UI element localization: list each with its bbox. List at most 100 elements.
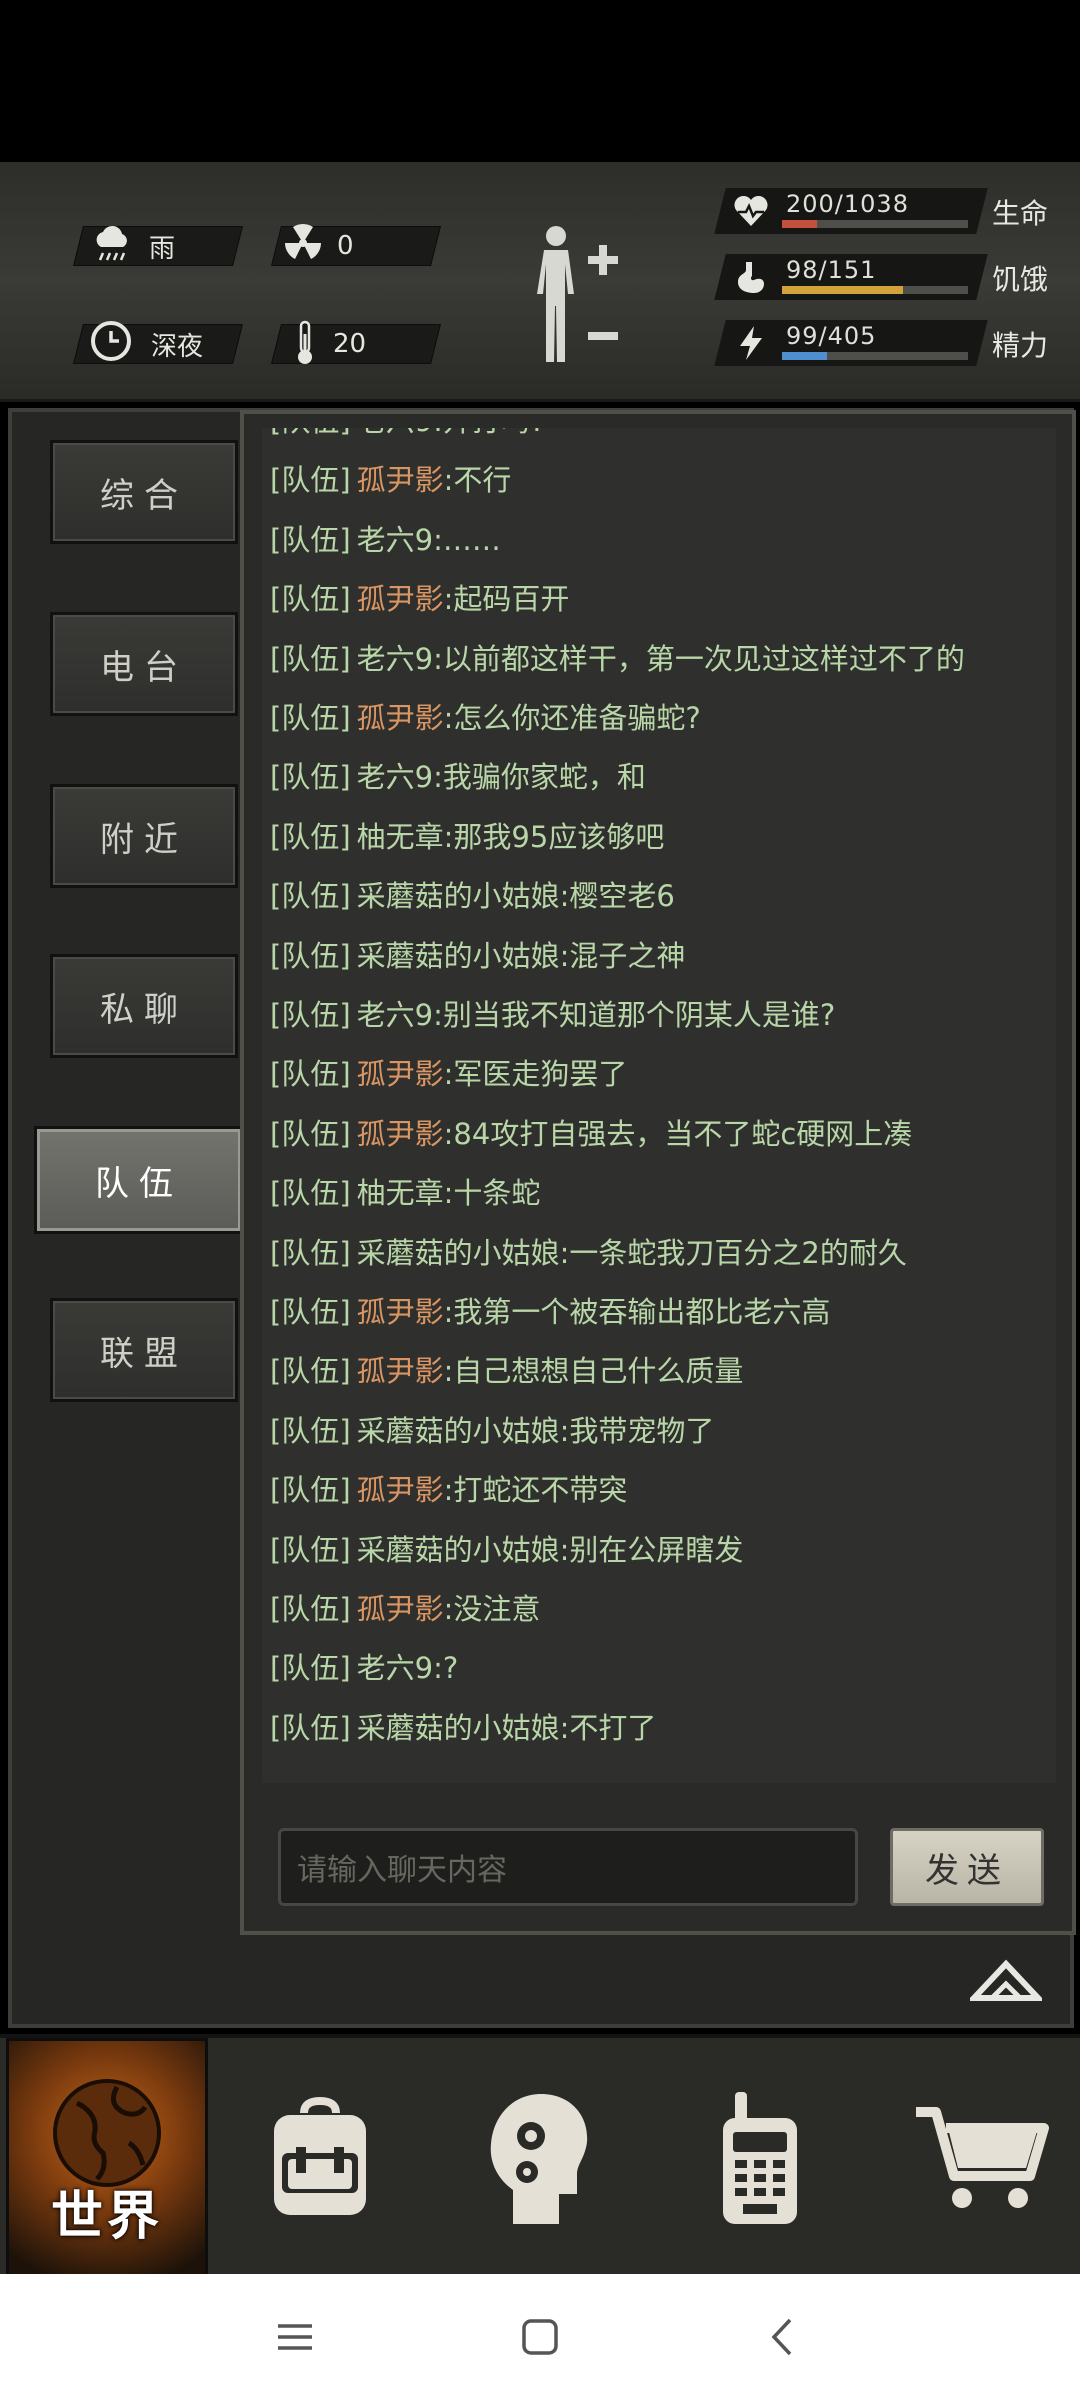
nav-skills[interactable]	[440, 2038, 640, 2278]
message-sender[interactable]: 老六9	[357, 642, 433, 676]
message-channel: [队伍]	[270, 1592, 351, 1626]
tab-nearby[interactable]: 附近	[50, 784, 238, 888]
message-sender[interactable]: 孤尹影	[357, 1295, 444, 1329]
chat-message: [队伍] 孤尹影:没注意	[270, 1586, 540, 1628]
message-sender[interactable]: 孤尹影	[357, 701, 444, 735]
message-sender[interactable]: 孤尹影	[357, 1592, 444, 1626]
nav-world[interactable]: 世界	[6, 2038, 208, 2278]
message-sender[interactable]: 采蘑菇的小姑娘	[357, 1533, 560, 1567]
nav-radio[interactable]	[660, 2038, 860, 2278]
message-sender[interactable]: 柚无章	[357, 820, 444, 854]
hud-panel: 雨 0 深夜 20 200/1038 生命 98/151 饥饿 99/405 精…	[0, 162, 1080, 402]
recent-apps-icon[interactable]	[270, 2312, 320, 2362]
message-text: :我带宠物了	[559, 1413, 715, 1448]
thermometer-icon	[288, 318, 322, 368]
chat-message: [队伍] 采蘑菇的小姑娘:樱空老6	[270, 873, 675, 915]
message-text: :以前都这样干，第一次见过这样过不了的	[433, 641, 965, 676]
message-channel: [队伍]	[270, 879, 351, 914]
message-sender[interactable]: 孤尹影	[357, 463, 444, 497]
message-sender[interactable]: 孤尹影	[357, 1473, 444, 1507]
energy-bar	[782, 352, 968, 360]
message-sender[interactable]: 孤尹影	[357, 1354, 444, 1388]
chat-message: [队伍] 老六9:我骗你家蛇，和	[270, 754, 646, 796]
send-button[interactable]: 发送	[890, 1828, 1044, 1906]
message-sender[interactable]: 老六9	[357, 760, 433, 794]
chat-message: [队伍] 采蘑菇的小姑娘:混子之神	[270, 933, 685, 975]
hunger-value: 98/151	[786, 256, 877, 284]
nav-backpack[interactable]	[220, 2038, 420, 2278]
radiation-icon	[280, 220, 326, 266]
home-icon[interactable]	[515, 2312, 565, 2362]
message-channel: [队伍]	[270, 1295, 351, 1329]
tab-radio[interactable]: 电台	[50, 612, 238, 716]
tab-general-label: 综合	[100, 475, 188, 516]
rain-cloud-icon	[88, 220, 136, 268]
chat-message: [队伍] 采蘑菇的小姑娘:别在公屏瞎发	[270, 1527, 743, 1569]
message-channel: [队伍]	[270, 428, 351, 438]
tab-alliance-label: 联盟	[100, 1333, 188, 1374]
tab-private[interactable]: 私聊	[50, 954, 238, 1058]
body-status-icon[interactable]	[520, 222, 620, 372]
chat-message: [队伍] 孤尹影:军医走狗罢了	[270, 1051, 627, 1093]
message-sender[interactable]: 孤尹影	[357, 1117, 444, 1151]
message-text: :打蛇还不带突	[443, 1473, 628, 1508]
chat-message: [队伍] 老六9:……	[270, 517, 501, 559]
system-navigation-bar	[0, 2274, 1080, 2400]
tab-general[interactable]: 综合	[50, 440, 238, 544]
energy-stat: 99/405 精力	[714, 320, 1070, 366]
message-text: :军医走狗罢了	[443, 1057, 628, 1092]
message-channel: [队伍]	[270, 641, 351, 676]
message-sender[interactable]: 采蘑菇的小姑娘	[357, 939, 560, 973]
energy-label: 精力	[992, 329, 1049, 362]
heart-icon	[732, 192, 770, 230]
message-text: :开打吗?	[433, 428, 545, 438]
message-channel: [队伍]	[270, 1651, 351, 1686]
message-channel: [队伍]	[270, 463, 351, 498]
message-sender[interactable]: 采蘑菇的小姑娘	[357, 879, 560, 913]
bottom-navigation: 世界	[0, 2034, 1080, 2278]
chat-message: [队伍] 孤尹影:我第一个被吞输出都比老六高	[270, 1289, 830, 1331]
chat-message-list[interactable]: [队伍]老六9:开打吗?[队伍]孤尹影:不行[队伍]老六9:……[队伍]孤尹影:…	[262, 428, 1056, 1783]
message-sender[interactable]: 采蘑菇的小姑娘	[357, 1711, 560, 1745]
message-sender[interactable]: 柚无章	[357, 1176, 444, 1210]
nav-shop[interactable]	[880, 2038, 1080, 2278]
message-sender[interactable]: 老六9	[357, 428, 433, 438]
stomach-icon	[732, 258, 770, 296]
message-channel: [队伍]	[270, 1116, 351, 1151]
temperature-value: 20	[333, 329, 367, 359]
chat-message: [队伍] 采蘑菇的小姑娘:我带宠物了	[270, 1408, 714, 1450]
health-value: 200/1038	[786, 190, 909, 218]
hunger-label: 饥饿	[992, 263, 1049, 296]
message-sender[interactable]: 采蘑菇的小姑娘	[357, 1236, 560, 1270]
message-channel: [队伍]	[270, 938, 351, 973]
message-sender[interactable]: 老六9	[357, 523, 433, 557]
message-sender[interactable]: 老六9	[357, 998, 433, 1032]
clock-icon	[86, 316, 136, 366]
tab-alliance[interactable]: 联盟	[50, 1298, 238, 1402]
message-text: :……	[433, 522, 501, 557]
message-sender[interactable]: 孤尹影	[357, 582, 444, 616]
message-sender[interactable]: 老六9	[357, 1651, 433, 1685]
message-sender[interactable]: 采蘑菇的小姑娘	[357, 1414, 560, 1448]
tab-team[interactable]: 队伍	[34, 1126, 244, 1234]
chat-message: [队伍] 孤尹影:打蛇还不带突	[270, 1467, 627, 1509]
energy-icon	[732, 324, 770, 362]
radiation-value: 0	[337, 231, 354, 261]
message-sender[interactable]: 孤尹影	[357, 1057, 444, 1091]
message-text: :我第一个被吞输出都比老六高	[443, 1295, 831, 1329]
chat-input-placeholder: 请输入聊天内容	[297, 1853, 507, 1888]
message-text: :不行	[443, 463, 512, 498]
chat-message: [队伍] 孤尹影:自己想想自己什么质量	[270, 1348, 743, 1390]
message-text: :别在公屏瞎发	[559, 1532, 744, 1567]
message-channel: [队伍]	[270, 760, 351, 795]
message-text: :那我95应该够吧	[443, 819, 665, 854]
message-text: :我骗你家蛇，和	[433, 760, 646, 795]
back-icon[interactable]	[758, 2312, 808, 2362]
message-channel: [队伍]	[270, 1710, 351, 1745]
collapse-up-icon[interactable]	[967, 1958, 1045, 2002]
chat-input[interactable]: 请输入聊天内容	[278, 1828, 858, 1906]
nav-world-label: 世界	[50, 2187, 163, 2247]
chat-message: [队伍] 孤尹影:不行	[270, 457, 511, 499]
chat-message: [队伍] 老六9:?	[270, 1645, 458, 1687]
walkie-talkie-icon	[723, 2092, 797, 2224]
